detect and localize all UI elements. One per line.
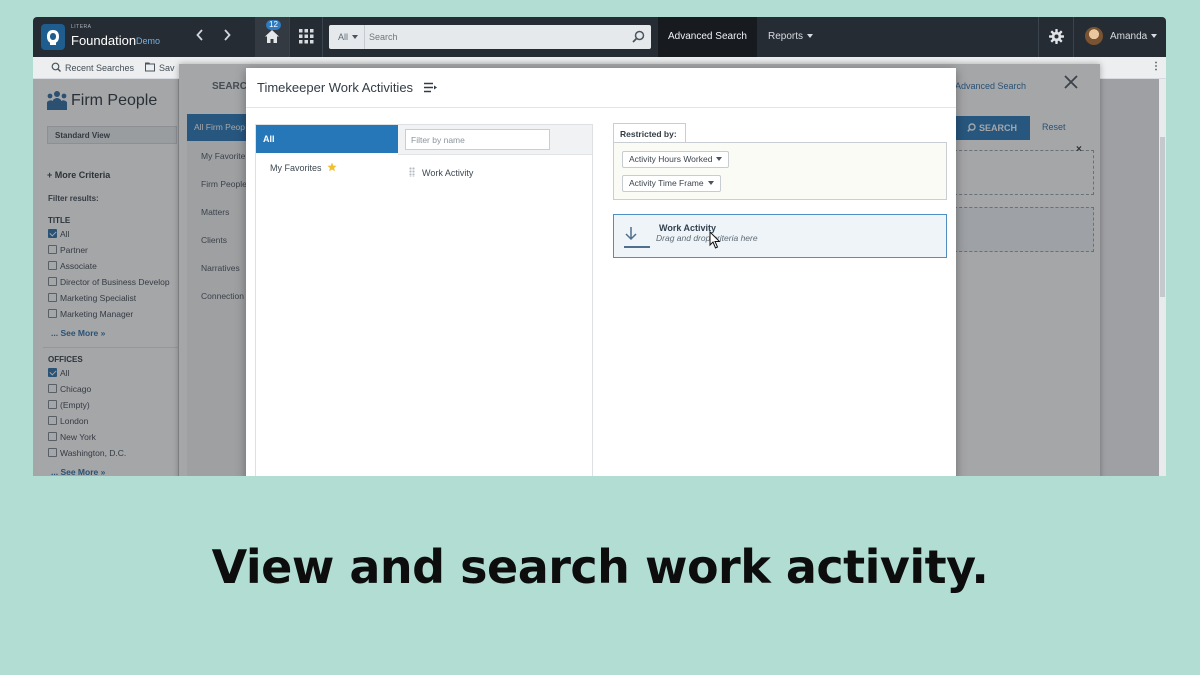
category-all[interactable]: All: [256, 125, 398, 153]
chevron-right-icon: [224, 29, 231, 41]
work-activities-modal: Timekeeper Work Activities All My Favori…: [246, 68, 956, 476]
back-button[interactable]: [190, 27, 210, 47]
apps-menu-button[interactable]: [289, 17, 323, 57]
app-logo[interactable]: [41, 24, 65, 50]
advanced-search-tab[interactable]: Advanced Search: [658, 17, 757, 57]
caret-down-icon: [807, 34, 814, 38]
mouse-pointer-icon: [709, 231, 721, 249]
reports-label: Reports: [768, 31, 804, 42]
restriction-chip-hours-worked[interactable]: Activity Hours Worked: [622, 151, 730, 168]
caret-down-icon: [707, 181, 714, 185]
recent-searches-label: Recent Searches: [65, 63, 135, 73]
top-navigation-bar: LITERA Foundation Demo 12 All Search Adv…: [33, 17, 1166, 57]
drag-handle-icon[interactable]: [409, 167, 415, 177]
brand-name: Foundation: [71, 33, 137, 48]
user-avatar[interactable]: [1085, 27, 1103, 45]
criteria-item-work-activity[interactable]: Work Activity: [409, 167, 473, 178]
saved-searches-label: Sav: [159, 63, 175, 73]
caret-down-icon: [1151, 34, 1158, 38]
user-menu[interactable]: Amanda: [1110, 17, 1158, 57]
grid-icon: [299, 29, 314, 44]
category-label: My Favorites: [270, 163, 322, 173]
search-input[interactable]: [369, 29, 619, 45]
reports-menu[interactable]: Reports: [768, 17, 814, 57]
chip-label: Activity Time Frame: [629, 178, 704, 188]
drop-zone-hint: Drag and drop criteria here: [656, 233, 758, 243]
search-icon[interactable]: [632, 30, 645, 43]
chevron-left-icon: [196, 29, 203, 41]
settings-button[interactable]: [1038, 17, 1074, 57]
drop-underline: [624, 246, 650, 248]
user-name: Amanda: [1110, 31, 1148, 42]
folder-icon: [145, 62, 155, 72]
drop-zone-title: Work Activity: [659, 223, 717, 233]
star-icon: [327, 162, 337, 172]
category-my-favorites[interactable]: My Favorites: [270, 162, 337, 173]
app-screenshot: LITERA Foundation Demo 12 All Search Adv…: [33, 17, 1166, 476]
brand-company: LITERA: [71, 24, 92, 30]
saved-searches-button[interactable]: Sav: [145, 62, 175, 73]
restricted-by-tab: Restricted by:: [613, 123, 686, 143]
caret-down-icon: [716, 157, 723, 161]
home-icon: [265, 30, 279, 43]
logo-icon: [47, 30, 59, 45]
search-scope-dropdown[interactable]: All: [329, 25, 365, 49]
criteria-drop-zone[interactable]: Work Activity Drag and drop criteria her…: [613, 214, 947, 258]
restrictions-panel: Activity Hours Worked Activity Time Fram…: [613, 142, 947, 200]
modal-header: Timekeeper Work Activities: [246, 68, 956, 108]
criteria-filter-bar: [398, 125, 592, 155]
more-options-icon[interactable]: ⋮: [1151, 61, 1161, 72]
list-menu-icon[interactable]: [424, 82, 437, 93]
arrow-down-icon: [625, 227, 637, 241]
scrollbar-thumb[interactable]: [1160, 137, 1165, 297]
category-list: All My Favorites: [255, 124, 399, 476]
search-scope-label: All: [338, 32, 349, 42]
chip-label: Activity Hours Worked: [629, 154, 713, 164]
search-history-icon: [51, 62, 61, 72]
restriction-chip-time-frame[interactable]: Activity Time Frame: [622, 175, 721, 192]
forward-button[interactable]: [217, 27, 237, 47]
filter-by-name-input[interactable]: [405, 129, 550, 150]
modal-title: Timekeeper Work Activities: [257, 80, 414, 95]
criteria-list: Work Activity: [398, 124, 593, 476]
criteria-item-label: Work Activity: [422, 168, 474, 178]
gear-icon: [1049, 29, 1064, 44]
notification-badge: 12: [266, 20, 281, 30]
global-search: All: [329, 25, 651, 49]
caret-down-icon: [352, 35, 359, 39]
brand-tag: Demo: [136, 36, 161, 46]
caption-text: View and search work activity.: [211, 540, 989, 594]
recent-searches-button[interactable]: Recent Searches: [51, 62, 134, 73]
